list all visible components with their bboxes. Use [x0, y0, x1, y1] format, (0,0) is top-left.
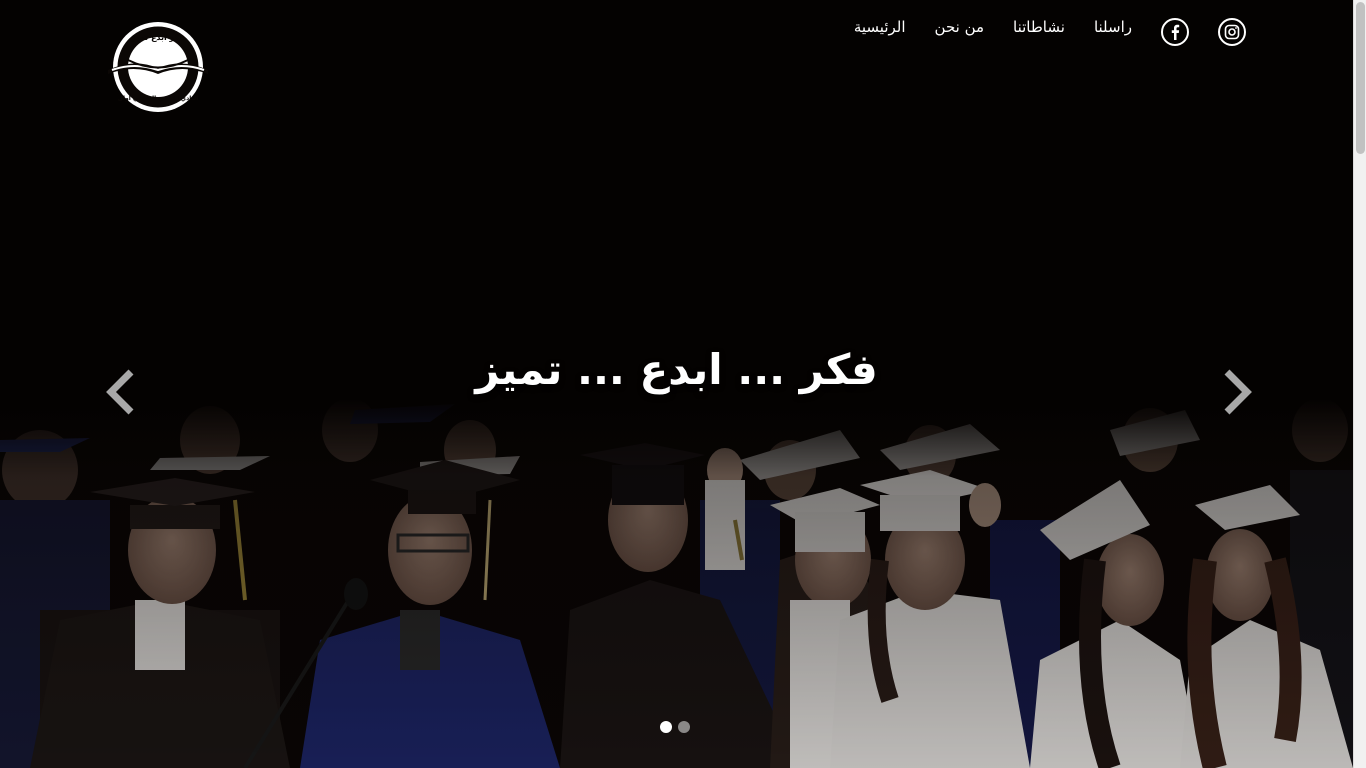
carousel-indicators [660, 721, 690, 733]
carousel-prev-arrow-icon[interactable] [103, 368, 137, 416]
facebook-icon[interactable] [1161, 18, 1189, 46]
scrollbar-thumb[interactable] [1356, 2, 1365, 154]
instagram-icon[interactable] [1218, 18, 1246, 46]
nav-link-home[interactable]: الرئيسية [854, 15, 906, 39]
carousel-next-arrow-icon[interactable] [1221, 368, 1255, 416]
navbar: فكر ابدع تميز النادي العلمي الثقافي أوال… [0, 0, 1353, 112]
nav-links: راسلنا نشاطاتنا من نحن الرئيسية [825, 13, 1246, 46]
nav-link-about[interactable]: من نحن [935, 15, 985, 39]
club-logo[interactable]: فكر ابدع تميز النادي العلمي الثقافي أوال [106, 20, 210, 114]
carousel-indicator-1[interactable] [660, 721, 672, 733]
nav-link-contact[interactable]: راسلنا [1094, 15, 1132, 39]
page: فكر ابدع تميز النادي العلمي الثقافي أوال… [0, 0, 1366, 768]
hero-headline: فكر ... ابدع ... تميز [475, 345, 878, 394]
page-scrollbar[interactable] [1353, 0, 1366, 768]
nav-link-activities[interactable]: نشاطاتنا [1013, 15, 1065, 39]
logo-bottom-text: النادي العلمي الثقافي أوال [118, 94, 198, 102]
carousel-indicator-2[interactable] [678, 721, 690, 733]
logo-top-text: فكر ابدع تميز [131, 33, 185, 42]
